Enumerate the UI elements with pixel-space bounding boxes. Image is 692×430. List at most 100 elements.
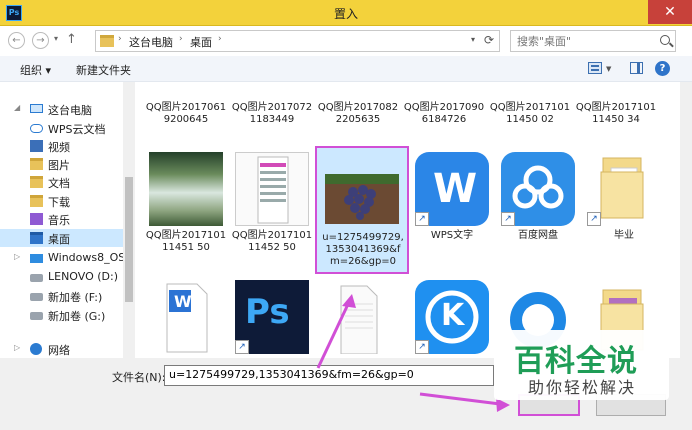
sidebar-item-drive-f[interactable]: 新加卷 (F:): [0, 287, 123, 305]
new-folder-button[interactable]: 新建文件夹: [76, 62, 131, 78]
breadcrumb-desktop[interactable]: 桌面: [190, 34, 212, 50]
chevron-right-icon[interactable]: ›: [118, 34, 122, 44]
downloads-icon: [30, 195, 43, 207]
pictures-icon: [30, 158, 43, 170]
address-bar[interactable]: › 这台电脑 › 桌面 › ▾ ⟳: [95, 30, 500, 52]
sidebar-item-label: 新加卷 (F:): [48, 291, 103, 304]
wps-document-icon: W: [149, 280, 223, 354]
file-list-scrollbar[interactable]: [680, 82, 692, 358]
organize-button[interactable]: 组织 ▾: [20, 62, 51, 78]
search-box[interactable]: [510, 30, 676, 52]
image-thumbnail: [149, 152, 223, 226]
file-item[interactable]: QQ图片20170822205635: [317, 82, 401, 144]
file-item[interactable]: QQ图片20170619200645: [145, 82, 229, 144]
file-item[interactable]: W ↗ WPS文字: [411, 148, 495, 278]
drive-icon: [30, 254, 43, 263]
document-shape: [340, 285, 378, 355]
sidebar-item-drive-c[interactable]: ▷ Windows8_OS (C:): [0, 249, 135, 267]
network-icon: [30, 343, 42, 355]
sidebar-item-network[interactable]: ▷ 网络: [0, 340, 123, 358]
drive-icon: [30, 312, 43, 320]
refresh-icon[interactable]: ⟳: [484, 33, 494, 47]
recent-locations-chevron-icon[interactable]: ▾: [54, 34, 58, 43]
search-input[interactable]: [511, 31, 651, 51]
sidebar-item-videos[interactable]: 视频: [0, 137, 123, 155]
file-name: QQ图片20170721183449: [231, 102, 313, 125]
cloud-icon: [30, 124, 43, 133]
file-item[interactable]: QQ图片201710111451 50: [145, 148, 229, 278]
wps-writer-icon: W ↗: [415, 152, 489, 226]
sidebar-item-label: 桌面: [48, 233, 70, 246]
file-name: QQ图片20170619200645: [145, 102, 227, 125]
forward-button[interactable]: →: [32, 32, 49, 49]
file-item[interactable]: QQ图片20170721183449: [231, 82, 315, 144]
sidebar-item-this-pc[interactable]: ◢ 这台电脑: [0, 100, 123, 118]
ps-letters: Ps: [245, 292, 290, 332]
shortcut-arrow-icon: ↗: [501, 212, 515, 226]
help-icon[interactable]: ?: [655, 61, 670, 76]
address-dropdown-icon[interactable]: ▾: [471, 35, 475, 44]
sidebar-item-label: 文档: [48, 177, 70, 190]
file-item[interactable]: [317, 276, 401, 358]
file-item[interactable]: ↗ 百度网盘: [497, 148, 581, 278]
kugou-letter: K: [441, 298, 465, 333]
sidebar-item-downloads[interactable]: 下载: [0, 192, 123, 210]
chevron-down-icon[interactable]: ◢: [14, 103, 20, 112]
file-item-selected[interactable]: u=1275499729,1353041369&fm=26&gp=0: [315, 146, 409, 274]
file-item[interactable]: Ps ↗: [231, 276, 315, 358]
close-button[interactable]: ✕: [648, 0, 692, 24]
sidebar-item-drive-g[interactable]: 新加卷 (G:): [0, 306, 123, 324]
folder-icon: ↗: [587, 152, 661, 226]
preview-pane-icon[interactable]: [630, 62, 643, 74]
drive-icon: [30, 293, 43, 301]
sidebar-item-label: 下载: [48, 196, 70, 209]
up-button[interactable]: ↑: [66, 32, 77, 47]
filename-field[interactable]: [164, 365, 494, 386]
filename-input[interactable]: [169, 368, 489, 381]
shortcut-arrow-icon: ↗: [415, 212, 429, 226]
sidebar-item-documents[interactable]: 文档: [0, 173, 123, 191]
file-name: QQ图片201710111450 02: [489, 102, 571, 125]
filename-label: 文件名(N):: [112, 371, 166, 384]
file-list: QQ图片20170619200645 QQ图片20170721183449 QQ…: [135, 82, 692, 358]
sidebar-item-label: 音乐: [48, 214, 70, 227]
sidebar-item-pictures[interactable]: 图片: [0, 155, 123, 173]
sidebar-scrollbar[interactable]: [123, 82, 135, 358]
file-name: u=1275499729,1353041369&fm=26&gp=0: [322, 232, 404, 267]
file-item[interactable]: W: [145, 276, 229, 358]
screenshot-preview: [257, 156, 289, 224]
search-icon[interactable]: [660, 35, 670, 45]
navigation-pane: ◢ 这台电脑 WPS云文档 视频 图片 文档 下载 音乐 桌面 ▷ Window…: [0, 82, 135, 358]
file-name: QQ图片20170906184726: [403, 102, 485, 125]
desktop-icon: [30, 232, 43, 244]
sidebar-item-drive-d[interactable]: LENOVO (D:): [0, 268, 123, 286]
file-name: QQ图片201710111450 34: [575, 102, 657, 125]
chevron-right-icon[interactable]: ›: [218, 34, 222, 44]
chevron-right-icon[interactable]: ▷: [14, 343, 20, 352]
sidebar-item-music[interactable]: 音乐: [0, 210, 123, 228]
file-item[interactable]: QQ图片201710111450 34: [575, 82, 659, 144]
sidebar-item-label: WPS云文档: [48, 123, 106, 136]
title-bar: Ps 置入 ✕: [0, 0, 692, 26]
sidebar-item-label: 新加卷 (G:): [48, 310, 106, 323]
sidebar-item-wps-cloud[interactable]: WPS云文档: [0, 119, 123, 137]
file-item[interactable]: QQ图片201710111452 50: [231, 148, 315, 278]
window-title: 置入: [333, 7, 358, 21]
chevron-right-icon[interactable]: ▷: [14, 252, 20, 261]
back-button[interactable]: ←: [8, 32, 25, 49]
file-item[interactable]: QQ图片201710111450 02: [489, 82, 573, 144]
chevron-down-icon[interactable]: ▼: [606, 65, 611, 73]
breadcrumb-this-pc[interactable]: 这台电脑: [129, 34, 173, 50]
photoshop-icon: Ps ↗: [235, 280, 309, 354]
change-view-icon[interactable]: [588, 62, 602, 74]
shortcut-arrow-icon: ↗: [587, 212, 601, 226]
file-item[interactable]: K ↗: [411, 276, 495, 358]
file-name: QQ图片201710111452 50: [231, 230, 313, 253]
file-item[interactable]: QQ图片20170906184726: [403, 82, 487, 144]
scrollbar-thumb[interactable]: [125, 177, 133, 302]
sidebar-item-desktop[interactable]: 桌面: [0, 229, 123, 247]
sidebar-item-label: LENOVO (D:): [48, 270, 119, 283]
file-item[interactable]: ↗ 毕业: [583, 148, 667, 278]
image-thumbnail: [325, 174, 399, 224]
chevron-right-icon[interactable]: ›: [179, 34, 183, 44]
